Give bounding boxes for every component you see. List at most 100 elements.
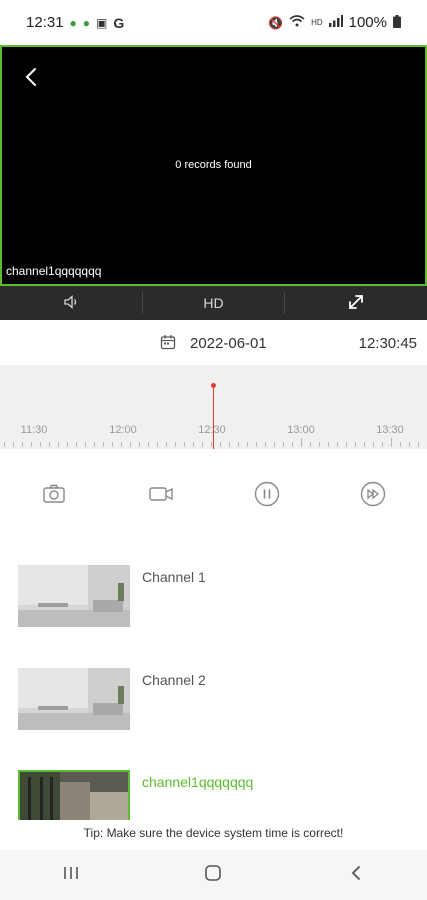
timeline-tick	[85, 442, 86, 447]
channel-name: Channel 2	[142, 672, 206, 688]
fast-forward-button[interactable]	[360, 481, 386, 507]
timeline-tick	[283, 442, 284, 447]
speaker-icon	[62, 293, 80, 314]
home-button[interactable]	[193, 860, 233, 890]
channel-list[interactable]: Channel 1 Channel 2 channel1qqqqqqq	[0, 560, 427, 820]
timeline-tick	[157, 442, 158, 447]
timeline-tick	[373, 442, 374, 447]
timeline-tick	[346, 442, 347, 447]
timeline-tick	[247, 442, 248, 447]
timeline-label: 13:00	[287, 424, 315, 436]
player-control-bar: HD	[0, 286, 427, 320]
timeline-tick	[337, 442, 338, 447]
timeline-tick	[418, 442, 419, 447]
fullscreen-button[interactable]	[284, 292, 427, 314]
timeline-tick	[31, 442, 32, 447]
quality-button[interactable]: HD	[141, 292, 285, 314]
no-records-message: 0 records found	[175, 159, 252, 171]
date-picker[interactable]: 2022-06-01	[190, 335, 267, 352]
timeline-tick	[409, 442, 410, 447]
tip-text: Tip: Make sure the device system time is…	[83, 826, 344, 840]
system-nav-bar	[0, 850, 427, 900]
fast-forward-icon	[360, 481, 386, 511]
channel-overlay-label: channel1qqqqqqq	[6, 264, 102, 278]
timeline-tick	[40, 442, 41, 447]
timeline-tick	[148, 442, 149, 447]
status-bar: 12:31 ● ● ▣ G 🔇 HD 100%	[0, 0, 427, 45]
channel-name: channel1qqqqqqq	[142, 774, 254, 790]
timeline-tick	[211, 442, 212, 447]
timeline-tick	[229, 442, 230, 447]
playback-timeline[interactable]: 11:30 12:00 12:30 13:00 13:30	[0, 365, 427, 449]
camera-icon	[41, 484, 67, 511]
timeline-tick	[67, 442, 68, 447]
channel-thumbnail	[18, 770, 130, 820]
timeline-tick	[400, 442, 401, 447]
hd-icon: HD	[311, 18, 323, 27]
timeline-tick	[94, 442, 95, 447]
timeline-tick	[355, 442, 356, 447]
timeline-tick	[238, 442, 239, 447]
timeline-tick	[22, 442, 23, 447]
back-icon[interactable]	[20, 65, 44, 89]
timeline-tick	[103, 442, 104, 447]
timeline-tick	[301, 438, 302, 447]
current-time: 12:30:45	[358, 335, 417, 352]
battery-icon	[393, 14, 401, 31]
timeline-tick	[364, 442, 365, 447]
channel-thumbnail	[18, 565, 130, 627]
status-left: 12:31 ● ● ▣ G	[26, 14, 124, 31]
timeline-tick	[58, 442, 59, 447]
person-icon: ●	[69, 15, 77, 30]
audio-toggle-button[interactable]	[0, 292, 142, 314]
timeline-needle-dot	[211, 383, 216, 388]
timeline-label: 12:30	[198, 424, 226, 436]
timeline-tick	[76, 442, 77, 447]
mute-icon: 🔇	[268, 15, 284, 30]
timeline-tick	[382, 442, 383, 447]
status-time: 12:31	[26, 14, 64, 31]
timeline-tick	[310, 442, 311, 447]
channel-item-selected[interactable]: channel1qqqqqqq	[18, 770, 418, 820]
channel-name: Channel 1	[142, 569, 206, 585]
timeline-tick	[292, 442, 293, 447]
quality-label: HD	[203, 295, 224, 311]
timeline-tick	[139, 442, 140, 447]
status-right: 🔇 HD 100%	[268, 14, 401, 31]
timeline-tick	[121, 442, 122, 447]
timeline-tick	[202, 442, 203, 447]
timeline-tick	[256, 442, 257, 447]
record-icon	[148, 487, 174, 511]
timeline-tick	[328, 442, 329, 447]
record-button[interactable]	[148, 481, 174, 507]
video-player[interactable]: 0 records found channel1qqqqqqq	[0, 45, 427, 286]
timeline-label: 12:00	[109, 424, 137, 436]
recent-apps-button[interactable]	[51, 860, 91, 890]
timeline-tick	[193, 442, 194, 447]
timeline-tick	[265, 442, 266, 447]
channel-item[interactable]: Channel 1	[18, 565, 418, 629]
pause-button[interactable]	[254, 481, 280, 507]
timeline-tick	[112, 442, 113, 447]
channel-thumbnail	[18, 668, 130, 730]
timeline-tick	[184, 442, 185, 447]
back-nav-button[interactable]	[336, 860, 376, 890]
back-nav-icon	[349, 865, 363, 886]
timeline-tick	[220, 442, 221, 447]
timeline-needle[interactable]	[213, 385, 214, 449]
timeline-tick	[166, 442, 167, 447]
date-row: 2022-06-01 12:30:45	[0, 328, 427, 360]
action-row	[0, 476, 427, 512]
timeline-tick	[391, 438, 392, 447]
timeline-tick	[13, 442, 14, 447]
timeline-tick	[274, 442, 275, 447]
signal-icon	[328, 15, 343, 30]
timeline-tick	[4, 442, 5, 447]
timeline-tick	[319, 442, 320, 447]
expand-icon	[347, 293, 365, 314]
google-icon: G	[113, 14, 125, 31]
wifi-icon	[289, 15, 305, 30]
calendar-icon[interactable]	[160, 334, 176, 350]
snapshot-button[interactable]	[41, 481, 67, 507]
channel-item[interactable]: Channel 2	[18, 668, 418, 732]
